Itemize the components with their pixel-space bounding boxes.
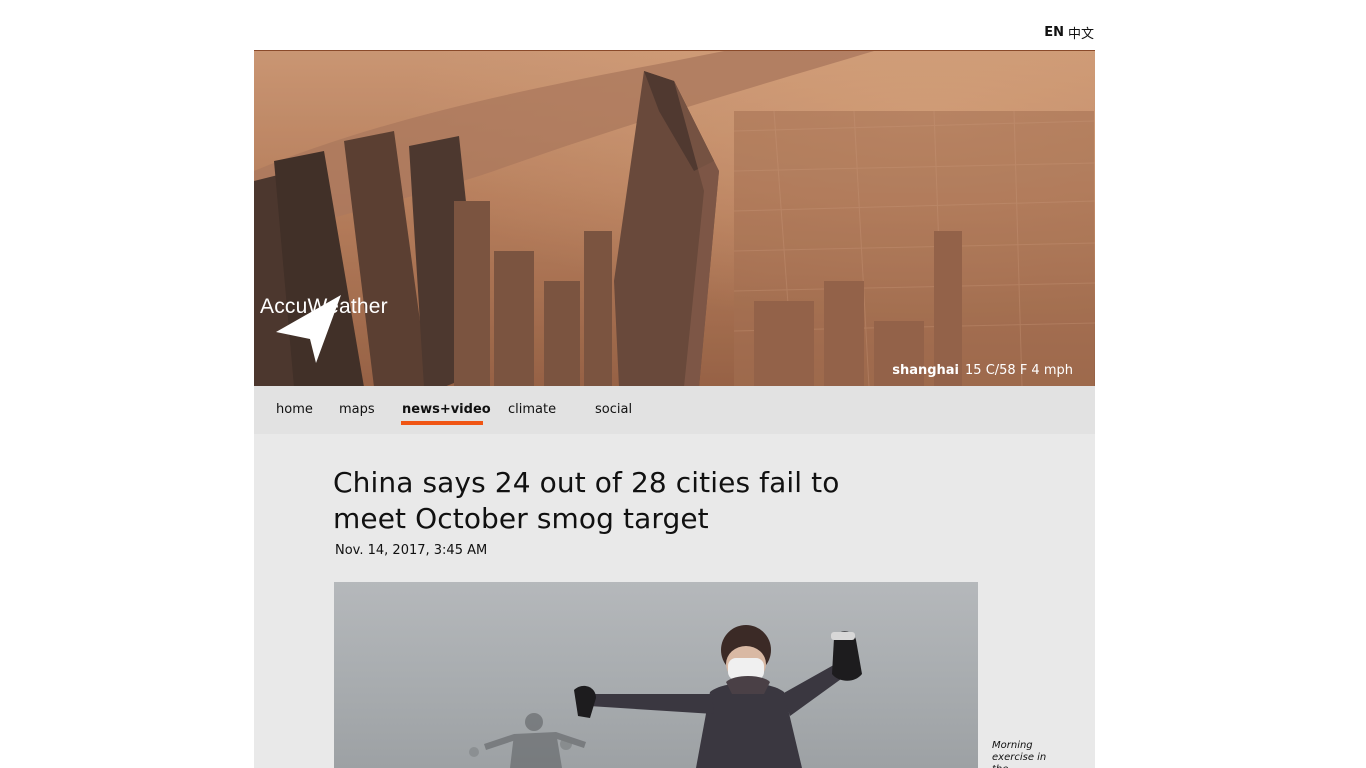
language-zh-link[interactable]: 中文 (1068, 23, 1094, 42)
nav-item-climate[interactable]: climate (508, 402, 556, 417)
nav-item-home[interactable]: home (276, 402, 313, 417)
language-switcher: EN 中文 (1044, 23, 1094, 42)
photo-caption: Morning exercise in the (992, 740, 1047, 768)
article-headline: China says 24 out of 28 cities fail to m… (333, 466, 840, 535)
accuweather-logo[interactable]: AccuWeather (260, 295, 388, 363)
hero-skyline-image (254, 51, 1095, 387)
article-photo[interactable] (334, 582, 978, 768)
nav-item-news-video[interactable]: news+video (402, 402, 491, 417)
weather-city: shanghai (892, 363, 960, 378)
nav-item-social[interactable]: social (595, 402, 632, 417)
hero-banner: AccuWeather shanghai 15 C/58 F 4 mph (254, 50, 1095, 387)
main-nav: home maps news+video climate social (254, 386, 1095, 434)
article-date: Nov. 14, 2017, 3:45 AM (335, 543, 488, 558)
current-weather: shanghai 15 C/58 F 4 mph (892, 363, 1073, 378)
language-en-link[interactable]: EN (1044, 25, 1064, 40)
nav-active-indicator (401, 421, 483, 425)
weather-conditions: 15 C/58 F 4 mph (965, 363, 1073, 378)
smog-exercise-image (469, 625, 862, 768)
nav-item-maps[interactable]: maps (339, 402, 375, 417)
accuweather-logo-icon (276, 295, 341, 363)
page: EN 中文 shanghai 15 C/58 F 4 mph home maps… (0, 0, 1366, 768)
